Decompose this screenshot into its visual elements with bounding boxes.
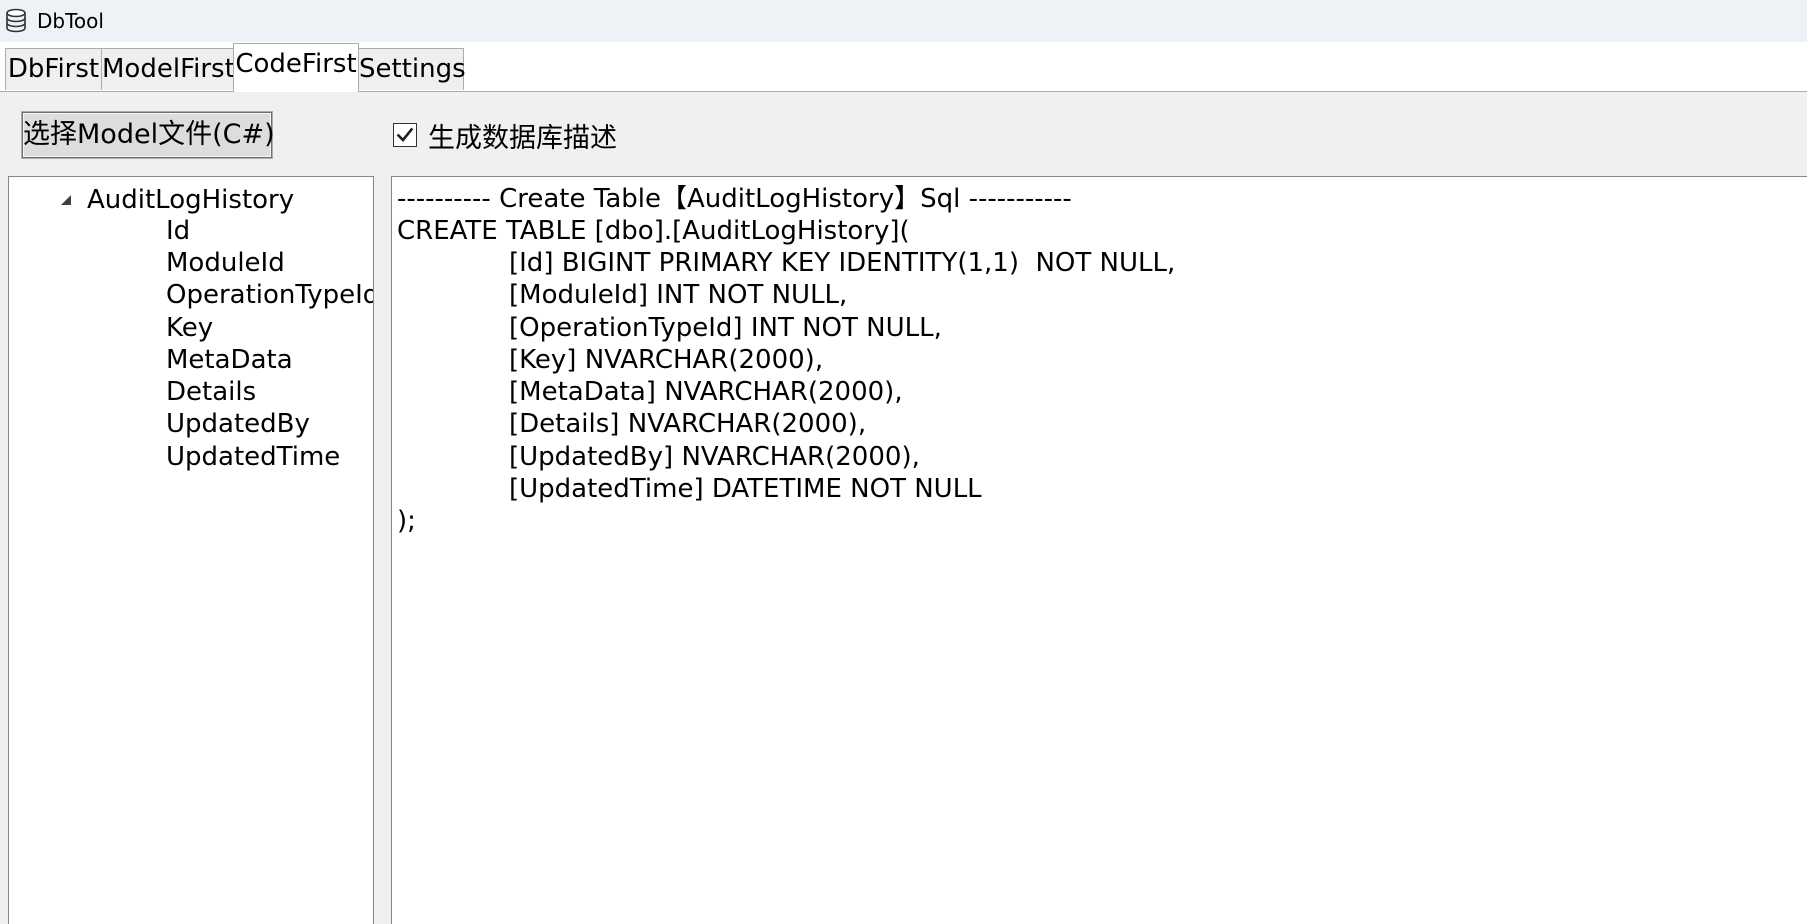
expanded-triangle-icon[interactable] <box>59 193 73 207</box>
codefirst-panel: 选择Model文件(C#) 生成数据库描述 AuditLogHistory Id… <box>0 91 1807 924</box>
tab-dbfirst[interactable]: DbFirst <box>5 48 102 90</box>
sql-line: [UpdatedTime] DATETIME NOT NULL <box>509 474 982 504</box>
tree-node-updatedtime[interactable]: UpdatedTime <box>166 439 340 476</box>
tree-node-label: AuditLogHistory <box>87 184 295 215</box>
sql-line: ); <box>397 506 416 536</box>
tab-settings[interactable]: Settings <box>358 48 466 90</box>
model-tree[interactable]: AuditLogHistory Id ModuleId OperationTyp… <box>8 176 374 924</box>
database-stack-icon <box>3 7 29 35</box>
sql-line: [Details] NVARCHAR(2000), <box>509 409 867 439</box>
tab-modelfirst[interactable]: ModelFirst <box>101 48 235 90</box>
select-model-file-button[interactable]: 选择Model文件(C#) <box>22 112 275 158</box>
sql-line: [ModuleId] INT NOT NULL, <box>509 280 848 310</box>
tree-node-operationtypeid[interactable]: OperationTypeId <box>166 277 373 314</box>
tab-strip: DbFirst ModelFirst CodeFirst Settings <box>0 42 1807 92</box>
sql-output-textbox[interactable]: ---------- Create Table【AuditLogHistory】… <box>391 176 1807 924</box>
tab-codefirst[interactable]: CodeFirst <box>233 43 359 92</box>
app-window: DbTool DbFirst ModelFirst CodeFirst Sett… <box>0 0 1807 924</box>
generate-description-checkbox[interactable]: 生成数据库描述 <box>393 120 617 154</box>
tree-node-updatedby[interactable]: UpdatedBy <box>166 406 310 443</box>
checkbox-checked-icon[interactable] <box>393 123 417 147</box>
window-title: DbTool <box>37 9 104 33</box>
generate-description-label: 生成数据库描述 <box>428 122 617 154</box>
title-bar[interactable]: DbTool <box>0 0 1807 42</box>
